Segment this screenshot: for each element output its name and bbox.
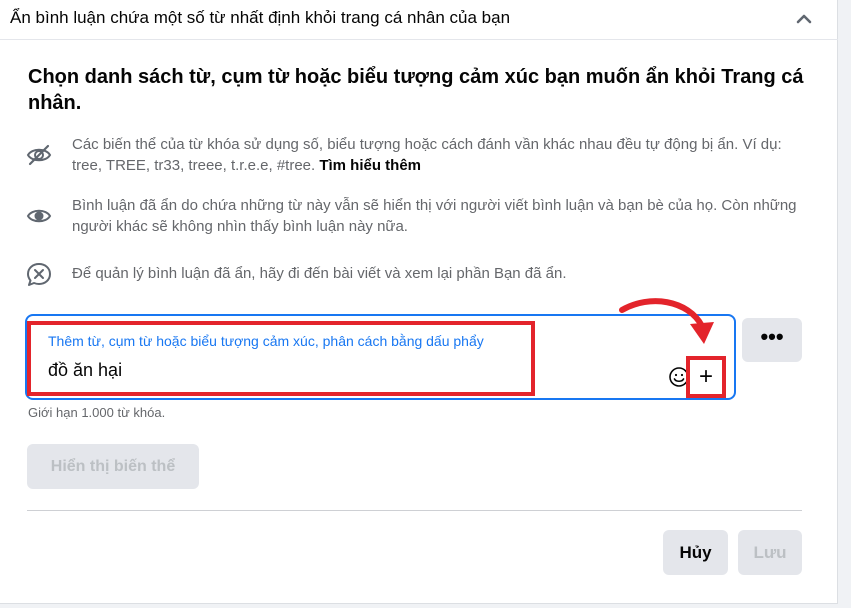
learn-more-link[interactable]: Tìm hiểu thêm bbox=[319, 157, 421, 174]
eye-icon bbox=[26, 209, 52, 223]
section-title: Ẩn bình luận chứa một số từ nhất định kh… bbox=[10, 8, 511, 27]
more-options-button[interactable]: ••• bbox=[742, 318, 802, 362]
curved-arrow-icon bbox=[619, 298, 714, 344]
info-manage-text: Để quản lý bình luận đã ẩn, hãy đi đến b… bbox=[72, 265, 567, 282]
keyword-input-value[interactable]: đồ ăn hại bbox=[48, 360, 122, 381]
show-variants-button[interactable]: Hiển thị biến thể bbox=[27, 444, 199, 489]
info-variants-text: Các biến thể của từ khóa sử dụng số, biể… bbox=[72, 136, 782, 174]
add-keyword-button[interactable]: + bbox=[691, 363, 721, 393]
cancel-button[interactable]: Hủy bbox=[663, 530, 728, 575]
page-heading: Chọn danh sách từ, cụm từ hoặc biểu tượn… bbox=[28, 66, 804, 114]
comment-x-icon bbox=[27, 263, 51, 286]
info-visibility-text: Bình luận đã ẩn do chứa những từ này vẫn… bbox=[72, 197, 797, 235]
eye-slash-icon bbox=[26, 144, 52, 166]
chevron-up-icon[interactable] bbox=[794, 9, 814, 29]
keyword-limit-note: Giới hạn 1.000 từ khóa. bbox=[28, 405, 166, 420]
header-divider bbox=[0, 39, 838, 40]
footer-divider bbox=[27, 510, 802, 511]
keyword-input-label: Thêm từ, cụm từ hoặc biểu tượng cảm xúc,… bbox=[48, 333, 484, 349]
info-text: Các biến thể của từ khóa sử dụng số, biể… bbox=[72, 134, 812, 176]
settings-panel: Ẩn bình luận chứa một số từ nhất định kh… bbox=[0, 0, 838, 604]
save-button[interactable]: Lưu bbox=[738, 530, 802, 575]
